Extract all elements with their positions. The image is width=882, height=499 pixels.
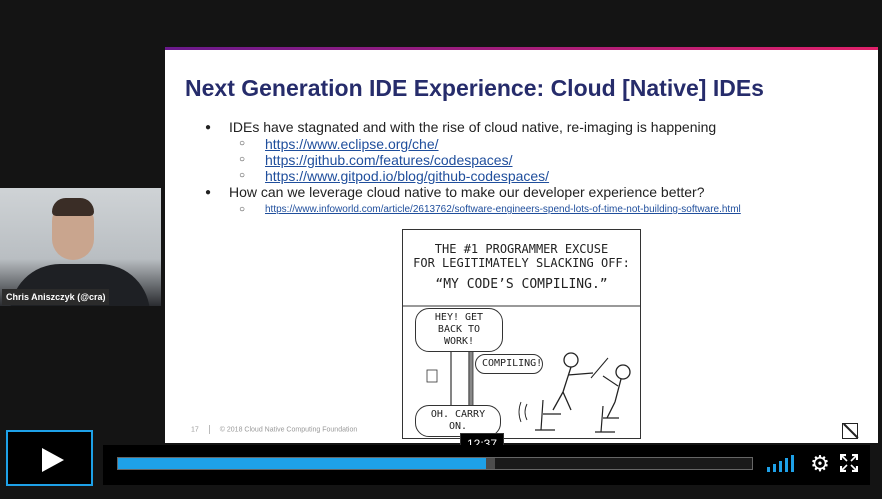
gear-icon[interactable]: ⚙ (809, 453, 831, 475)
slide-bullets: IDEs have stagnated and with the rise of… (205, 119, 865, 217)
player-control-bar: ⚙ (103, 445, 870, 485)
bullet-1: IDEs have stagnated and with the rise of… (205, 119, 865, 136)
progress-played (118, 458, 486, 469)
progress-bar[interactable] (117, 457, 753, 470)
speaker-hair (52, 198, 94, 216)
fullscreen-icon[interactable] (840, 454, 858, 472)
slide-page-number: 17 (191, 426, 199, 434)
slide-accent-bar (165, 47, 878, 50)
speech-bubble-boss: HEY! GET BACK TO WORK! (415, 308, 503, 352)
play-button[interactable] (6, 430, 93, 486)
play-icon (42, 448, 64, 472)
speaker-name-label: Chris Aniszczyk (@cra) (2, 289, 110, 305)
presentation-slide: Next Generation IDE Experience: Cloud [N… (165, 47, 878, 443)
volume-icon[interactable] (767, 454, 797, 472)
bullet-2: How can we leverage cloud native to make… (205, 184, 865, 201)
link-github-codespaces[interactable]: https://github.com/features/codespaces/ (205, 152, 865, 168)
slide-copyright: © 2018 Cloud Native Computing Foundation (219, 426, 358, 434)
xkcd-comic: THE #1 PROGRAMMER EXCUSE FOR LEGITIMATEL… (402, 229, 641, 439)
speech-bubble-worker: COMPILING! (475, 354, 543, 374)
link-eclipse-che[interactable]: https://www.eclipse.org/che/ (205, 136, 865, 152)
footer-divider (208, 425, 210, 434)
link-infoworld-article[interactable]: https://www.infoworld.com/article/261376… (205, 203, 865, 217)
link-gitpod-blog[interactable]: https://www.gitpod.io/blog/github-codesp… (205, 168, 865, 184)
slide-footer: 17 © 2018 Cloud Native Computing Foundati… (191, 425, 357, 434)
slide-title: Next Generation IDE Experience: Cloud [N… (185, 75, 764, 101)
expand-icon[interactable] (842, 423, 858, 439)
